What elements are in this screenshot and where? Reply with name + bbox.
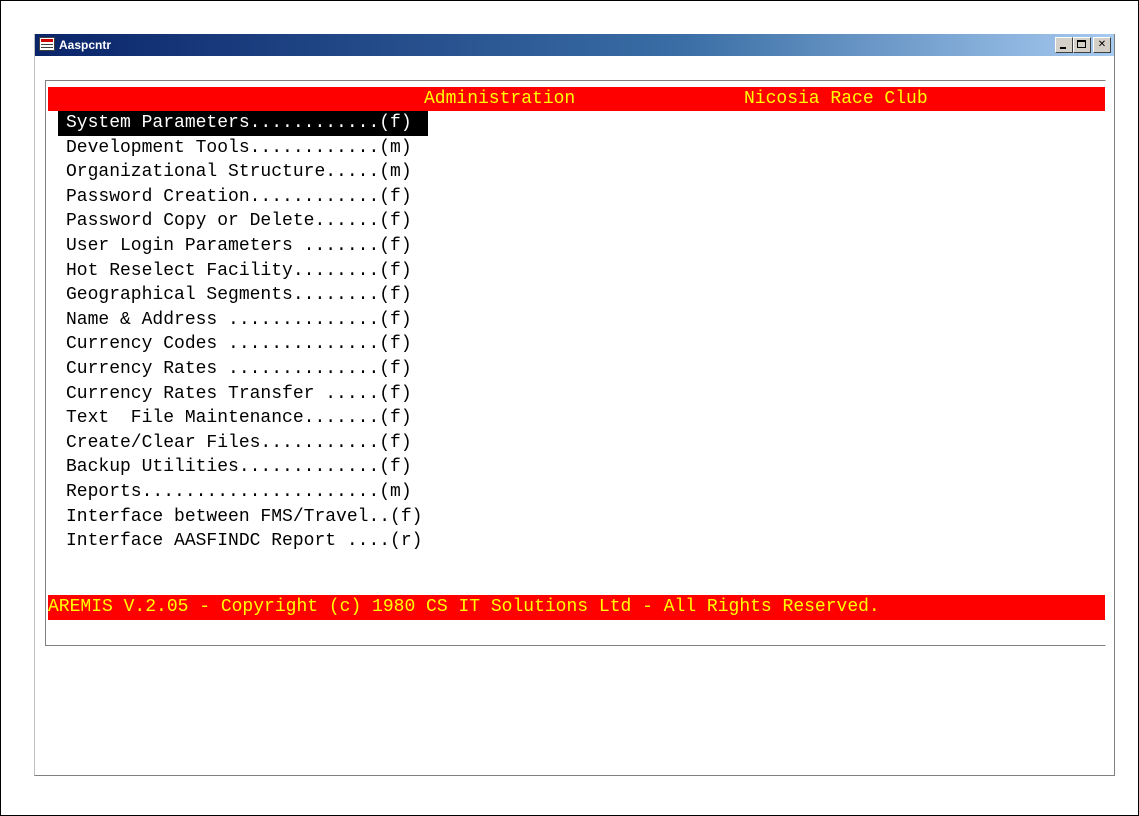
menu-item[interactable]: Hot Reselect Facility........(f) (58, 259, 428, 284)
menu-item[interactable]: Currency Rates ..............(f) (58, 357, 428, 382)
maximize-button[interactable] (1073, 37, 1091, 53)
menu-item[interactable]: Currency Rates Transfer .....(f) (58, 382, 428, 407)
menu-item[interactable]: Name & Address ..............(f) (58, 308, 428, 333)
menu-item[interactable]: System Parameters............(f) (58, 111, 429, 136)
administration-menu: System Parameters............(f) Developm… (58, 111, 429, 554)
menu-item[interactable]: Geographical Segments........(f) (58, 283, 428, 308)
copyright-text: AREMIS V.2.05 - Copyright (c) 1980 CS IT… (48, 597, 880, 617)
minimize-icon (1060, 47, 1066, 49)
window-title: Aaspcntr (59, 38, 112, 52)
menu-item[interactable]: Password Creation............(f) (58, 185, 428, 210)
maximize-icon (1077, 40, 1086, 48)
window-controls: ✕ (1055, 37, 1111, 53)
menu-item[interactable]: Development Tools............(m) (58, 136, 428, 161)
header-bar: Administration Nicosia Race Club (48, 87, 1105, 111)
menu-item[interactable]: Interface AASFINDC Report ....(r) (58, 529, 428, 554)
screenshot-frame: Aaspcntr ✕ Administration Nicosia Race C… (0, 0, 1139, 816)
menu-item[interactable]: Backup Utilities.............(f) (58, 455, 428, 480)
close-icon: ✕ (1097, 39, 1107, 50)
menu-item[interactable]: Text File Maintenance.......(f) (58, 406, 428, 431)
app-window-icon[interactable] (39, 37, 55, 51)
menu-item[interactable]: Password Copy or Delete......(f) (58, 209, 428, 234)
menu-item[interactable]: Interface between FMS/Travel..(f) (58, 505, 428, 530)
minimize-button[interactable] (1055, 37, 1073, 53)
title-bar[interactable]: Aaspcntr ✕ (35, 34, 1114, 56)
menu-item[interactable]: Organizational Structure.....(m) (58, 160, 428, 185)
menu-item[interactable]: Create/Clear Files...........(f) (58, 431, 428, 456)
menu-item[interactable]: Currency Codes ..............(f) (58, 332, 428, 357)
menu-item[interactable]: Reports......................(m) (58, 480, 428, 505)
app-window: Aaspcntr ✕ Administration Nicosia Race C… (34, 34, 1115, 776)
header-title: Administration (424, 89, 576, 109)
footer-bar: AREMIS V.2.05 - Copyright (c) 1980 CS IT… (48, 595, 1105, 620)
menu-item[interactable]: User Login Parameters .......(f) (58, 234, 428, 259)
close-button[interactable]: ✕ (1093, 37, 1111, 53)
terminal-screen[interactable]: Administration Nicosia Race Club System … (45, 80, 1106, 646)
header-club-name: Nicosia Race Club (744, 89, 928, 109)
